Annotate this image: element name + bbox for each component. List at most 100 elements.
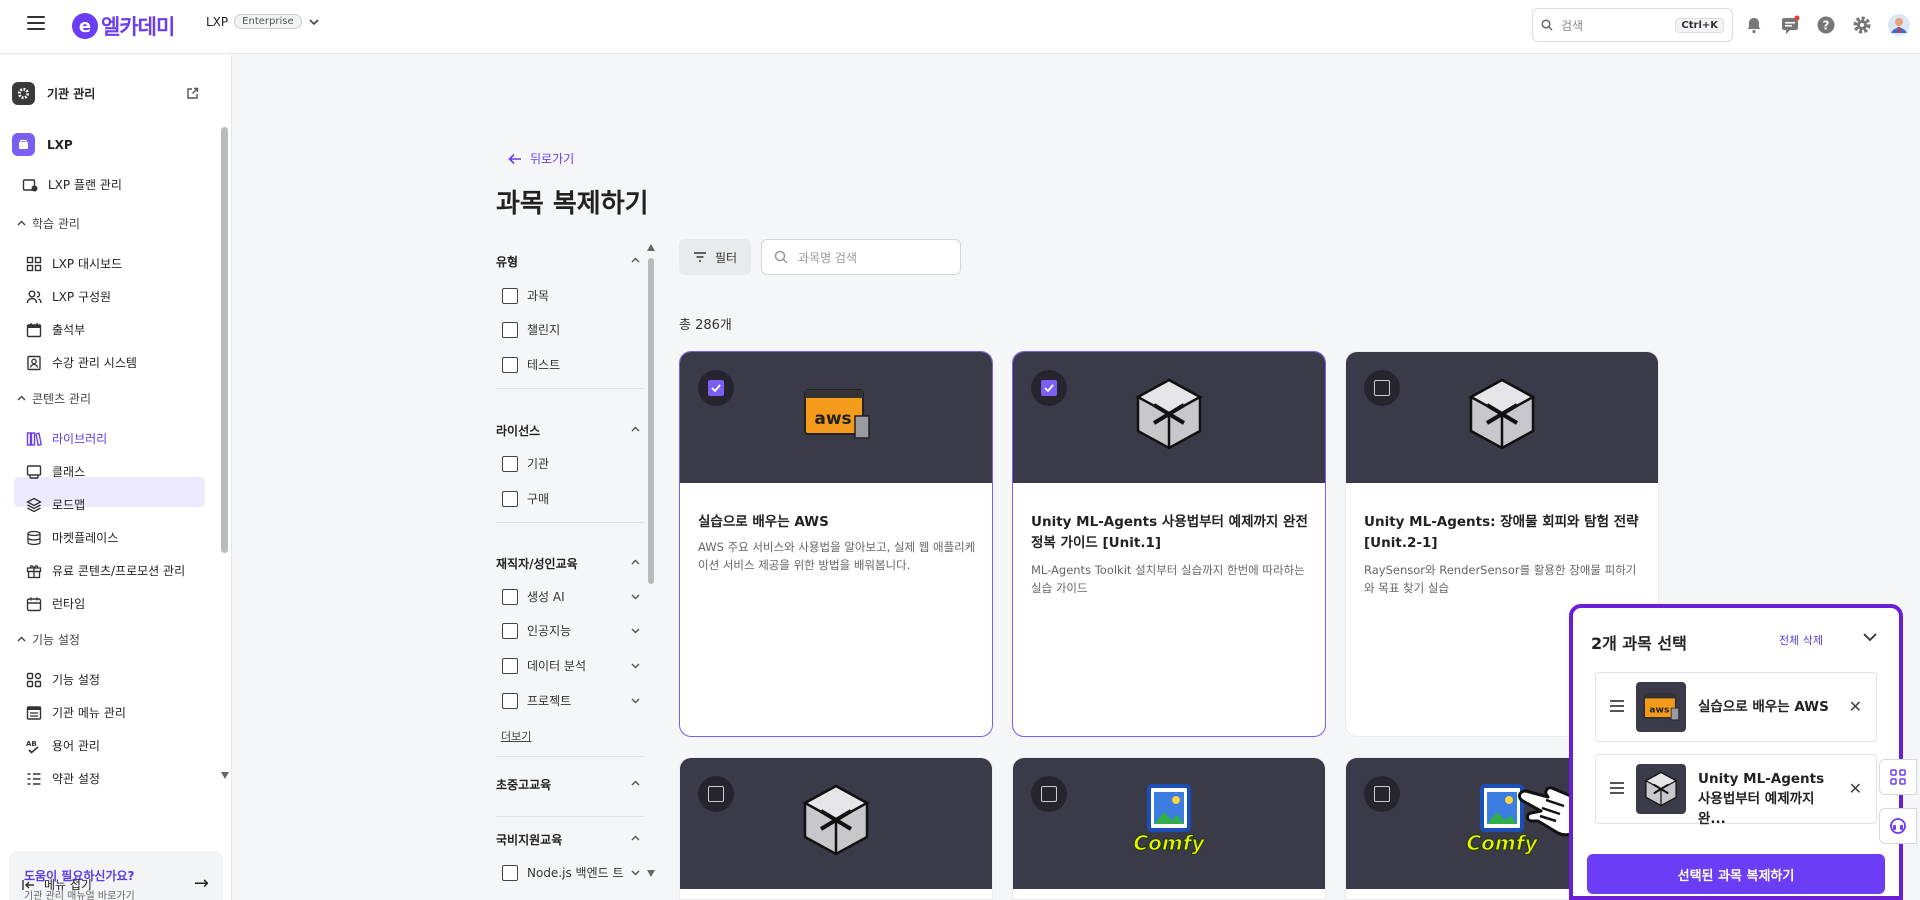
section-features[interactable]: 기능 설정 (16, 631, 80, 648)
scroll-down-icon[interactable] (221, 772, 229, 779)
card-title: 실습으로 배우는 AWS (698, 514, 829, 530)
brand-logo[interactable]: e 엘카데미 (72, 11, 175, 41)
chevron-down-icon[interactable] (630, 695, 641, 706)
chevron-down-icon[interactable] (630, 591, 641, 602)
sidebar-item-marketplace[interactable]: 마켓플레이스 (26, 529, 118, 546)
filter-option-test[interactable]: 테스트 (502, 356, 560, 373)
card-checkbox[interactable] (1364, 776, 1400, 812)
checkbox[interactable] (502, 455, 518, 472)
card-checkbox[interactable] (1031, 776, 1067, 812)
sidebar-lxp[interactable]: LXP (12, 133, 73, 156)
result-count: 총 286개 (679, 318, 732, 333)
collapse-menu[interactable]: 메뉴 접기 (22, 876, 92, 893)
sidebar-item-lxp-members[interactable]: LXP 구성원 (26, 288, 111, 305)
filter-scrollbar[interactable] (648, 258, 654, 584)
card-checkbox[interactable] (1364, 370, 1400, 406)
filter-option-nodejs[interactable]: Node.js 백엔드 트 (502, 864, 640, 881)
filter-option-gen-ai[interactable]: 생성 AI (502, 588, 640, 605)
chevron-down-icon[interactable] (630, 660, 641, 671)
chevron-down-icon[interactable] (630, 625, 641, 636)
external-link-icon[interactable] (186, 87, 199, 100)
filter-group-type[interactable]: 유형 (496, 253, 518, 270)
sidebar-item-library[interactable]: 라이브러리 (26, 430, 107, 447)
gear-icon[interactable] (1852, 15, 1872, 35)
sidebar-item-terms[interactable]: AB 용어 관리 (26, 737, 100, 754)
card-checkbox[interactable] (698, 370, 734, 406)
filter-option-course[interactable]: 과목 (502, 287, 549, 304)
drag-handle-icon[interactable] (1610, 700, 1624, 712)
sidebar-item-feature-settings[interactable]: 기능 설정 (26, 671, 100, 688)
filter-group-license[interactable]: 라이선스 (496, 422, 540, 439)
chevron-up-icon[interactable] (630, 833, 641, 844)
chevron-up-icon[interactable] (630, 557, 641, 568)
selected-item[interactable]: aws 실습으로 배우는 AWS ✕ (1595, 672, 1877, 742)
course-search-input[interactable]: 과목명 검색 (761, 239, 961, 275)
course-card[interactable]: Unity ML-Agents 사용법부터 예제까지 완전 정복 가이드 [Un… (1012, 351, 1326, 737)
sidebar-item-attendance[interactable]: 출석부 (26, 321, 85, 338)
card-checkbox[interactable] (1031, 370, 1067, 406)
checkbox[interactable] (502, 588, 518, 605)
help-icon[interactable]: ? (1816, 15, 1836, 35)
global-search[interactable]: 검색 Ctrl+K (1532, 8, 1733, 42)
filter-option-purchase[interactable]: 구매 (502, 490, 549, 507)
duplicate-selected-button[interactable]: 선택된 과목 복제하기 (1587, 854, 1885, 894)
filter-group-worker[interactable]: 재직자/성인교육 (496, 555, 578, 572)
chevron-up-icon[interactable] (630, 255, 641, 266)
workspace-switcher[interactable]: LXP Enterprise (206, 14, 320, 29)
sidebar-item-runtime[interactable]: 런타임 (26, 595, 85, 612)
sidebar-item-policy[interactable]: 약관 설정 (26, 770, 100, 787)
menu-icon[interactable] (27, 15, 45, 31)
scroll-down-icon[interactable] (647, 870, 655, 877)
side-tab-support[interactable] (1879, 808, 1917, 844)
checkbox[interactable] (502, 287, 518, 304)
filter-button[interactable]: 필터 (679, 239, 751, 275)
chat-icon[interactable] (1780, 15, 1800, 35)
sidebar-item-paid-contents[interactable]: 유료 콘텐츠/프로모션 관리 (26, 562, 185, 579)
clear-all-button[interactable]: 전체 삭제 (1779, 632, 1823, 648)
scroll-up-icon[interactable] (647, 244, 655, 251)
sidebar-org-admin[interactable]: 기관 관리 (12, 82, 95, 105)
show-more-link[interactable]: 더보기 (501, 728, 531, 744)
remove-icon[interactable]: ✕ (1849, 697, 1862, 716)
avatar[interactable] (1888, 14, 1910, 36)
course-card[interactable]: Comfy (1012, 757, 1326, 900)
layers-icon (26, 497, 42, 512)
sidebar-scrollbar[interactable] (221, 127, 228, 553)
checkbox[interactable] (502, 356, 518, 373)
filter-option-challenge[interactable]: 챌린지 (502, 321, 560, 338)
chevron-up-icon[interactable] (630, 424, 641, 435)
sidebar-item-roadmap[interactable]: 로드맵 (26, 496, 85, 513)
checkbox[interactable] (502, 657, 518, 674)
checkbox[interactable] (502, 692, 518, 709)
chevron-down-icon[interactable] (630, 867, 641, 878)
sidebar-item-org-menu[interactable]: 기관 메뉴 관리 (26, 704, 126, 721)
side-tab-grid[interactable] (1879, 759, 1917, 795)
filter-group-k12[interactable]: 초중고교육 (496, 776, 551, 793)
course-card[interactable]: aws 실습으로 배우는 AWS AWS 주요 서비스와 사용법을 알아보고, … (679, 351, 993, 737)
card-checkbox[interactable] (698, 776, 734, 812)
database-icon (27, 530, 41, 545)
sidebar-item-lxp-plan[interactable]: LXP 플랜 관리 (22, 176, 122, 193)
remove-icon[interactable]: ✕ (1849, 779, 1862, 798)
back-link[interactable]: 뒤로가기 (508, 150, 574, 167)
checkbox[interactable] (502, 321, 518, 338)
chevron-down-icon[interactable] (1861, 628, 1879, 646)
sidebar-item-lxp-dashboard[interactable]: LXP 대시보드 (26, 255, 122, 272)
checkbox[interactable] (502, 622, 518, 639)
filter-option-ai[interactable]: 인공지능 (502, 622, 640, 639)
section-learning[interactable]: 학습 관리 (16, 215, 80, 232)
chevron-up-icon[interactable] (630, 778, 641, 789)
checkbox[interactable] (502, 864, 518, 881)
filter-group-gov[interactable]: 국비지원교육 (496, 831, 562, 848)
selected-item[interactable]: Unity ML-Agents 사용법부터 예제까지 완... ✕ (1595, 754, 1877, 827)
section-contents[interactable]: 콘텐츠 관리 (16, 390, 91, 407)
checkbox[interactable] (502, 490, 518, 507)
filter-option-data-analysis[interactable]: 데이터 분석 (502, 657, 640, 674)
bell-icon[interactable] (1744, 15, 1764, 35)
sidebar-item-enrollment[interactable]: 수강 관리 시스템 (26, 354, 137, 371)
course-card[interactable] (679, 757, 993, 900)
sidebar-item-class[interactable]: 클래스 (26, 463, 85, 480)
drag-handle-icon[interactable] (1610, 782, 1624, 794)
filter-option-org[interactable]: 기관 (502, 455, 549, 472)
filter-option-project[interactable]: 프로젝트 (502, 692, 640, 709)
